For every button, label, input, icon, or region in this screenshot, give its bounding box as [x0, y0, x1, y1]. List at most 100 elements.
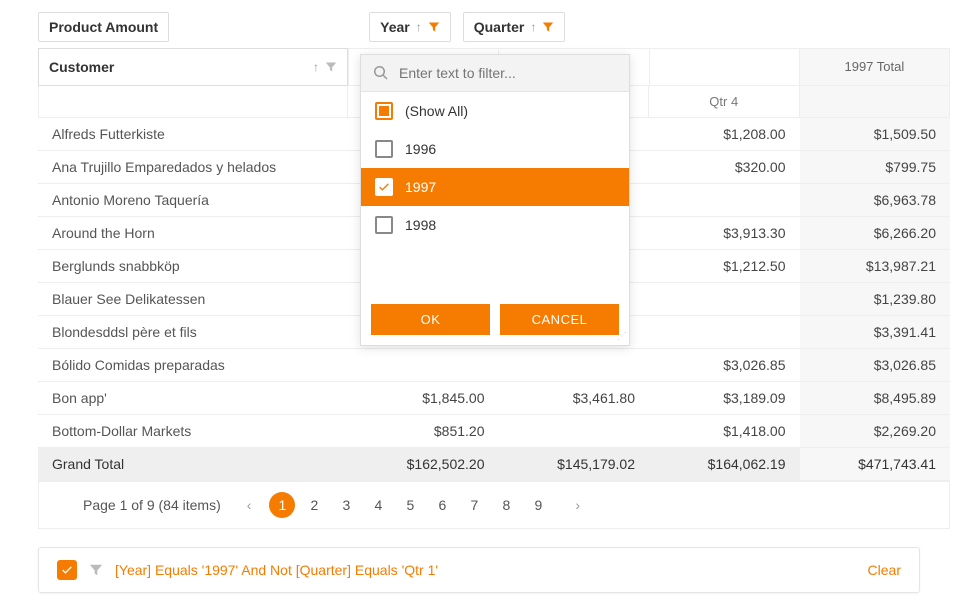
- filter-item-1996[interactable]: 1996: [361, 130, 629, 168]
- checkbox-indeterminate-icon: [375, 102, 393, 120]
- cell-total: $6,266.20: [800, 217, 951, 249]
- sub-col-q4[interactable]: Qtr 4: [649, 86, 800, 118]
- cell-q4: $320.00: [649, 151, 800, 183]
- page-2[interactable]: 2: [301, 492, 327, 518]
- filter-item-label: 1997: [405, 179, 436, 195]
- filter-icon[interactable]: [89, 563, 103, 577]
- cell-total: $3,391.41: [800, 316, 951, 348]
- cell-q2: $851.20: [348, 415, 499, 447]
- page-3[interactable]: 3: [333, 492, 359, 518]
- pager: Page 1 of 9 (84 items) ‹ 123456789 ›: [38, 481, 950, 529]
- measure-label: Product Amount: [49, 19, 158, 35]
- cell-q4: $1,212.50: [649, 250, 800, 282]
- cell-q4: $3,913.30: [649, 217, 800, 249]
- sort-asc-icon: ↑: [313, 60, 319, 74]
- row-name: Berglunds snabbköp: [38, 250, 348, 282]
- cell-q2: $1,845.00: [348, 382, 499, 414]
- row-name: Blauer See Delikatessen: [38, 283, 348, 315]
- search-icon: [373, 65, 389, 81]
- sort-asc-icon: ↑: [416, 20, 422, 34]
- page-4[interactable]: 4: [365, 492, 391, 518]
- page-9[interactable]: 9: [525, 492, 551, 518]
- year-pill[interactable]: Year ↑: [369, 12, 451, 42]
- cell-q4: [649, 316, 800, 348]
- table-row: Bon app'$1,845.00$3,461.80$3,189.09$8,49…: [38, 382, 950, 415]
- page-7[interactable]: 7: [461, 492, 487, 518]
- cell-q4: $1,418.00: [649, 415, 800, 447]
- row-name: Ana Trujillo Emparedados y helados: [38, 151, 348, 183]
- page-8[interactable]: 8: [493, 492, 519, 518]
- row-name: Bottom-Dollar Markets: [38, 415, 348, 447]
- cell-total: $1,239.80: [800, 283, 951, 315]
- page-6[interactable]: 6: [429, 492, 455, 518]
- filter-item-label: 1998: [405, 217, 436, 233]
- cell-q4: $3,189.09: [649, 382, 800, 414]
- filter-summary-bar: [Year] Equals '1997' And Not [Quarter] E…: [38, 547, 920, 593]
- cell-total: $8,495.89: [800, 382, 951, 414]
- cell-q4: $1,208.00: [649, 118, 800, 150]
- row-name: Bólido Comidas preparadas: [38, 349, 348, 381]
- row-name: Around the Horn: [38, 217, 348, 249]
- row-name: Bon app': [38, 382, 348, 414]
- filter-enabled-checkbox[interactable]: [57, 560, 77, 580]
- cell-total: $2,269.20: [800, 415, 951, 447]
- cell-total: $6,963.78: [800, 184, 951, 216]
- cell-q3: [499, 349, 650, 381]
- table-row: Bottom-Dollar Markets$851.20 $1,418.00$2,…: [38, 415, 950, 448]
- filter-item-label: (Show All): [405, 103, 468, 119]
- filter-search-row: [361, 55, 629, 92]
- row-name: Grand Total: [38, 448, 348, 480]
- cell-total: $1,509.50: [800, 118, 951, 150]
- quarter-label: Quarter: [474, 19, 525, 35]
- filter-cancel-button[interactable]: CANCEL: [500, 304, 619, 335]
- filter-expression[interactable]: [Year] Equals '1997' And Not [Quarter] E…: [115, 562, 856, 578]
- year-filter-popup: (Show All) 1996 1997 1998 OK CANCEL ⋰: [360, 54, 630, 346]
- cell-total: $799.75: [800, 151, 951, 183]
- cell-q4: $164,062.19: [649, 448, 800, 480]
- filter-icon[interactable]: [542, 21, 554, 33]
- check-icon: [60, 563, 74, 577]
- pager-prev[interactable]: ‹: [243, 497, 256, 513]
- filter-icon[interactable]: [428, 21, 440, 33]
- measure-pill[interactable]: Product Amount: [38, 12, 169, 42]
- resize-grip-icon[interactable]: ⋰: [617, 333, 627, 343]
- cell-q3: $3,461.80: [499, 382, 650, 414]
- cell-q2: $162,502.20: [348, 448, 499, 480]
- sub-col-total: [800, 86, 951, 118]
- filter-clear-button[interactable]: Clear: [868, 562, 901, 578]
- checkbox-unchecked-icon: [375, 140, 393, 158]
- filter-item-label: 1996: [405, 141, 436, 157]
- cell-q4: $3,026.85: [649, 349, 800, 381]
- filter-item-show-all[interactable]: (Show All): [361, 92, 629, 130]
- cell-q4: [649, 184, 800, 216]
- sort-asc-icon: ↑: [530, 20, 536, 34]
- pager-next[interactable]: ›: [571, 497, 584, 513]
- row-field-header[interactable]: Customer ↑: [38, 48, 348, 86]
- grand-total-row: Grand Total$162,502.20$145,179.02$164,06…: [38, 448, 950, 481]
- filter-search-input[interactable]: [399, 65, 617, 81]
- cell-q3: [499, 415, 650, 447]
- col-header-q4: [649, 49, 799, 85]
- year-label: Year: [380, 19, 410, 35]
- filter-item-1998[interactable]: 1998: [361, 206, 629, 244]
- table-row: Bólido Comidas preparadas $3,026.85$3,026…: [38, 349, 950, 382]
- filter-icon[interactable]: [325, 61, 337, 73]
- filter-item-1997[interactable]: 1997: [361, 168, 629, 206]
- pager-info: Page 1 of 9 (84 items): [83, 497, 221, 513]
- cell-total: $471,743.41: [800, 448, 951, 480]
- checkbox-checked-icon: [375, 178, 393, 196]
- filter-ok-button[interactable]: OK: [371, 304, 490, 335]
- cell-q2: [348, 349, 499, 381]
- page-5[interactable]: 5: [397, 492, 423, 518]
- cell-total: $3,026.85: [800, 349, 951, 381]
- page-1[interactable]: 1: [269, 492, 295, 518]
- cell-total: $13,987.21: [800, 250, 951, 282]
- row-field-label: Customer: [49, 59, 114, 75]
- quarter-pill[interactable]: Quarter ↑: [463, 12, 566, 42]
- checkbox-unchecked-icon: [375, 216, 393, 234]
- row-name: Blondesddsl père et fils: [38, 316, 348, 348]
- cell-q4: [649, 283, 800, 315]
- row-name: Antonio Moreno Taquería: [38, 184, 348, 216]
- row-name: Alfreds Futterkiste: [38, 118, 348, 150]
- cell-q3: $145,179.02: [499, 448, 650, 480]
